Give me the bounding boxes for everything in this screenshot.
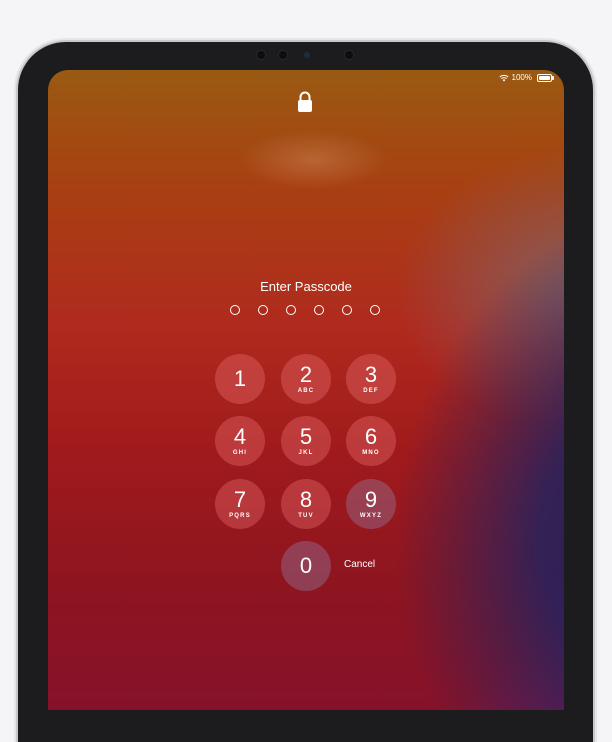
key-letters: PQRS xyxy=(229,513,251,519)
passcode-dot xyxy=(314,305,324,315)
key-digit: 4 xyxy=(233,424,247,449)
passcode-dot xyxy=(286,305,296,315)
front-camera-icon xyxy=(304,52,310,58)
key-3[interactable]: 3 DEF xyxy=(346,354,396,404)
cancel-button[interactable]: Cancel xyxy=(344,559,375,570)
key-letters: DEF xyxy=(363,388,379,394)
passcode-dot xyxy=(342,305,352,315)
passcode-prompt: Enter Passcode xyxy=(260,279,352,294)
key-digit: 5 xyxy=(299,424,313,449)
key-4[interactable]: 4 GHI xyxy=(215,416,265,466)
passcode-dots xyxy=(230,305,380,315)
key-digit: 1 xyxy=(233,366,247,391)
key-digit: 6 xyxy=(364,424,378,449)
key-letters: GHI xyxy=(232,450,248,456)
sensor-dot xyxy=(344,50,354,60)
key-letters: JKL xyxy=(298,450,314,456)
key-digit: 7 xyxy=(233,487,247,512)
blurred-clock xyxy=(238,130,388,190)
passcode-dot xyxy=(370,305,380,315)
sensor-dot xyxy=(256,50,266,60)
key-letters: MNO xyxy=(362,450,380,456)
key-digit: 8 xyxy=(299,487,313,512)
key-digit: 3 xyxy=(364,362,378,387)
key-9[interactable]: 9 WXYZ xyxy=(346,479,396,529)
key-digit: 2 xyxy=(299,362,313,387)
key-letters: ABC xyxy=(297,388,315,394)
wifi-icon xyxy=(498,74,509,81)
key-digit: 0 xyxy=(299,553,313,578)
key-letters: TUV xyxy=(298,513,314,519)
lock-screen: 100% Enter Passcode 1 2 ABC 3 DEF 4 GHI … xyxy=(48,70,564,710)
camera-array xyxy=(250,47,360,63)
passcode-dot xyxy=(258,305,268,315)
key-0[interactable]: 0 xyxy=(281,541,331,591)
key-1[interactable]: 1 xyxy=(215,354,265,404)
passcode-dot xyxy=(230,305,240,315)
key-letters: WXYZ xyxy=(359,513,383,519)
key-5[interactable]: 5 JKL xyxy=(281,416,331,466)
key-7[interactable]: 7 PQRS xyxy=(215,479,265,529)
key-digit: 9 xyxy=(364,487,378,512)
battery-percentage: 100% xyxy=(511,73,532,82)
status-bar: 100% xyxy=(498,73,554,82)
sensor-dot xyxy=(278,50,288,60)
lock-icon xyxy=(298,91,312,112)
key-2[interactable]: 2 ABC xyxy=(281,354,331,404)
battery-icon xyxy=(537,73,554,82)
key-6[interactable]: 6 MNO xyxy=(346,416,396,466)
key-8[interactable]: 8 TUV xyxy=(281,479,331,529)
